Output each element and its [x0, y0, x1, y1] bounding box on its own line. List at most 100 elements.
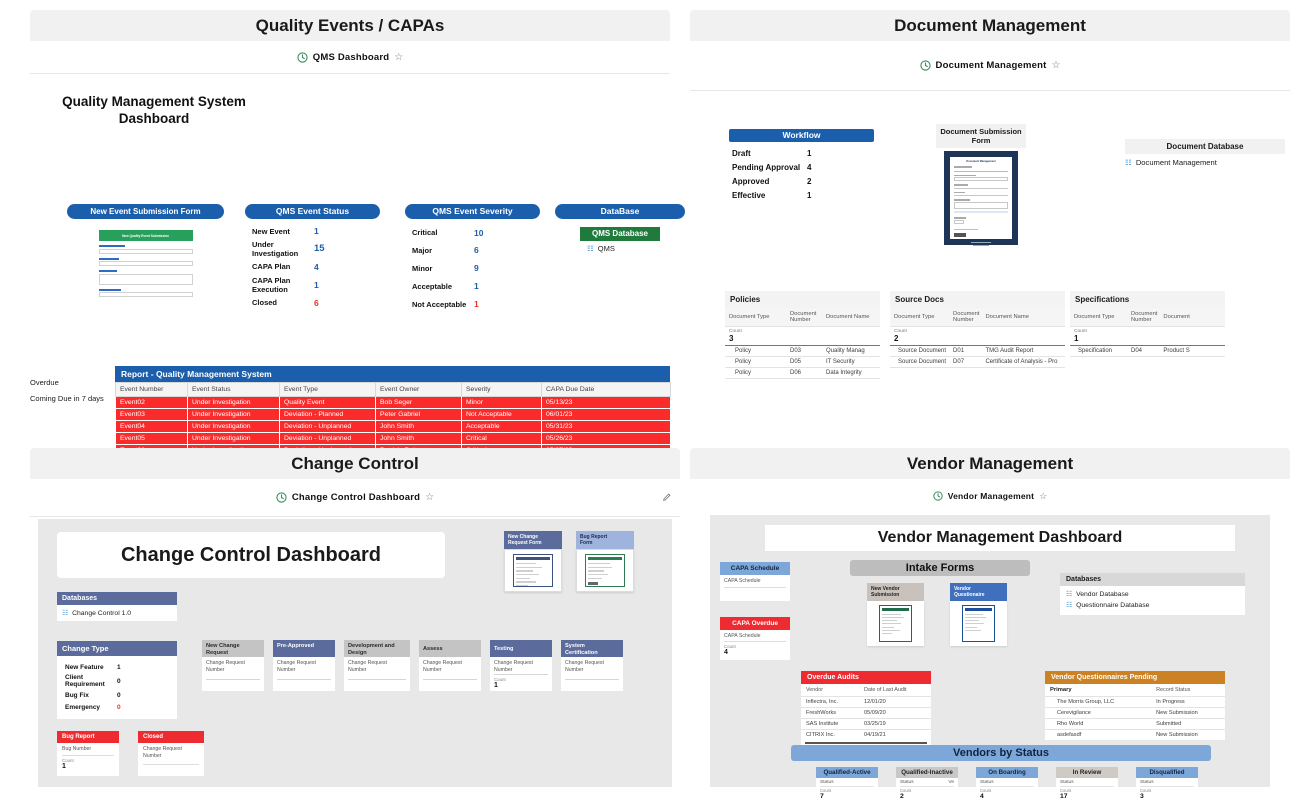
- cell: Policy: [725, 356, 787, 368]
- stage-card-system-certification: System Certification Change Request Numb…: [561, 640, 623, 691]
- table-overdue-audits: Overdue Audits Vendor Date of Last Audit…: [801, 671, 931, 747]
- card-header-bug-report: Bug Report: [57, 731, 119, 743]
- card-header-database: DataBase: [555, 204, 685, 219]
- star-icon[interactable]: ☆: [425, 492, 434, 503]
- card-header-vendor-databases: Databases: [1060, 573, 1245, 586]
- pencil-icon[interactable]: [662, 489, 672, 507]
- table-row[interactable]: Policy D06 Data Integrity: [725, 367, 880, 379]
- form-thumbnail-new-change-request[interactable]: [504, 549, 562, 592]
- qms-database-link[interactable]: ☷ QMS: [587, 244, 685, 253]
- panel-document-management: Document Management Document Management …: [690, 10, 1290, 440]
- page-title: Quality Management System Dashboard: [44, 93, 264, 127]
- table-row[interactable]: The Morris Group, LLC In Progress: [1045, 696, 1225, 708]
- count-value: 17: [1060, 793, 1068, 798]
- database-icon: ☷: [62, 610, 69, 617]
- row-label: Client Requirement: [65, 673, 105, 689]
- cell: D07: [950, 356, 983, 368]
- form-thumbnail-new-event[interactable]: New Quality Event Submission: [93, 226, 198, 297]
- row-label: Major: [412, 245, 433, 255]
- row-value: 0: [117, 691, 121, 699]
- form-thumbnail-new-vendor-submission[interactable]: [867, 601, 924, 646]
- document-database-link[interactable]: ☷ Document Management: [1125, 158, 1285, 167]
- form-thumbnail-bug-report[interactable]: [576, 549, 634, 592]
- table-row[interactable]: Event04 Under Investigation Deviation - …: [115, 420, 671, 433]
- col-event-status: Event Status: [187, 382, 280, 397]
- star-icon[interactable]: ☆: [1052, 60, 1061, 71]
- form-thumbnail-document-submission[interactable]: Document Management: [944, 151, 1018, 247]
- panel-title-document-management: Document Management: [690, 10, 1290, 41]
- vendor-database-link[interactable]: ☷ Vendor Database: [1066, 590, 1239, 599]
- stage-card-header: Development and Design: [344, 640, 410, 657]
- table-row[interactable]: Event03 Under Investigation Deviation - …: [115, 408, 671, 421]
- report-title: Report - Quality Management System: [115, 366, 670, 382]
- questionnaire-database-link[interactable]: ☷ Questionnaire Database: [1066, 601, 1239, 610]
- list-item: Minor 9: [412, 259, 538, 277]
- cell: Under Investigation: [187, 420, 280, 433]
- table-row[interactable]: Specification D04 Product S: [1070, 345, 1225, 357]
- card-header-new-vendor-submission: New Vendor Submission: [867, 583, 924, 601]
- col-severity: Severity: [461, 382, 542, 397]
- stage-card-testing: Testing Change Request Number Count 1: [490, 640, 552, 691]
- table-vendor-questionnaires-pending: Vendor Questionnaires Pending Primary Re…: [1045, 671, 1225, 740]
- table-title-source-docs: Source Docs: [890, 291, 1065, 308]
- table-row[interactable]: Source Document D01 TMG Audit Report: [890, 345, 1065, 357]
- cell: New Submission: [1156, 732, 1198, 738]
- table-row[interactable]: Source Document D07 Certificate of Analy…: [890, 356, 1065, 368]
- card-header-change-type: Change Type: [57, 641, 177, 656]
- table-row[interactable]: CITRIX Inc. 04/19/21: [801, 730, 931, 741]
- breadcrumb-label[interactable]: Change Control Dashboard: [292, 492, 420, 503]
- cell: Event04: [115, 420, 188, 433]
- table-row[interactable]: FreshWorks 05/09/20: [801, 707, 931, 719]
- breadcrumb-label[interactable]: Document Management: [936, 60, 1047, 71]
- stage-field-label: Change Request Number: [206, 660, 260, 680]
- table-row[interactable]: Event05 Under Investigation Deviation - …: [115, 432, 671, 445]
- card-header-qms-event-severity: QMS Event Severity: [405, 204, 540, 219]
- cell: 12/01/20: [859, 696, 931, 708]
- workflow-rows: Draft 1 Pending Approval 4 Approved 2 Ef…: [729, 142, 874, 202]
- cell: Source Document: [890, 356, 951, 368]
- cell: Cerevigilance: [1045, 707, 1152, 719]
- table-row[interactable]: Inflectra, Inc. 12/01/20: [801, 696, 931, 708]
- table-row[interactable]: Policy D05 IT Security: [725, 356, 880, 368]
- card-header-qms-event-status: QMS Event Status: [245, 204, 380, 219]
- table-title-specifications: Specifications: [1070, 291, 1225, 308]
- col-document-type: Document Type: [725, 308, 787, 327]
- thumb-title: Document Management: [966, 160, 996, 163]
- status-card-disqualified: Disqualified Status Count 3: [1136, 767, 1198, 798]
- card-bug-report: Bug Report Bug Number Count 1: [57, 731, 119, 776]
- cell: 05/31/23: [541, 420, 671, 433]
- cell: Event02: [115, 396, 188, 409]
- count-value: 1: [494, 682, 498, 689]
- cell: 06/01/23: [541, 408, 671, 421]
- cell: 03/25/19: [859, 718, 931, 730]
- cell: asdefasdf: [1057, 732, 1082, 738]
- table-row[interactable]: Rho World Submitted: [1045, 718, 1225, 730]
- col-capa-due-date: CAPA Due Date: [541, 382, 671, 397]
- breadcrumb-label[interactable]: Vendor Management: [948, 491, 1035, 501]
- row-label: Approved: [732, 176, 770, 186]
- legend-overdue: Overdue: [30, 378, 59, 387]
- table-row[interactable]: Cerevigilance New Submission: [1045, 707, 1225, 719]
- card-databases: Databases ☷ Change Control 1.0: [57, 592, 177, 621]
- stage-card-pre-approved: Pre-Approved Change Request Number: [273, 640, 335, 691]
- table-row[interactable]: SAS Institute 03/25/19: [801, 718, 931, 730]
- table-row[interactable]: Event02 Under Investigation Quality Even…: [115, 396, 671, 409]
- qms-database-button[interactable]: QMS Database: [580, 227, 660, 241]
- table-row[interactable]: asdefasdf New Submission: [1045, 730, 1225, 741]
- field-label: CAPA Schedule: [724, 578, 786, 588]
- star-icon[interactable]: ☆: [394, 52, 403, 63]
- form-thumbnail-vendor-questionaire[interactable]: [950, 601, 1007, 646]
- change-control-db-link[interactable]: ☷ Change Control 1.0: [57, 605, 177, 621]
- row-value: 1: [474, 299, 479, 309]
- breadcrumb-label[interactable]: QMS Dashboard: [313, 52, 390, 63]
- mini-table: Document Type Document Number Document N…: [890, 308, 1065, 368]
- star-icon[interactable]: ☆: [1039, 491, 1047, 502]
- table-row[interactable]: Policy D03 Quality Manag: [725, 345, 880, 357]
- panel-vendor-management: Vendor Management Vendor Management ☆ Ve…: [690, 448, 1290, 798]
- card-closed: Closed Change Request Number: [138, 731, 204, 776]
- list-item: New Feature 1: [65, 661, 177, 673]
- table-row-count: Count 3: [725, 326, 880, 346]
- breadcrumb: Document Management ☆: [690, 41, 1290, 91]
- database-icon: ☷: [587, 244, 594, 253]
- table-header-row: Document Type Document Number Document N…: [890, 308, 1065, 327]
